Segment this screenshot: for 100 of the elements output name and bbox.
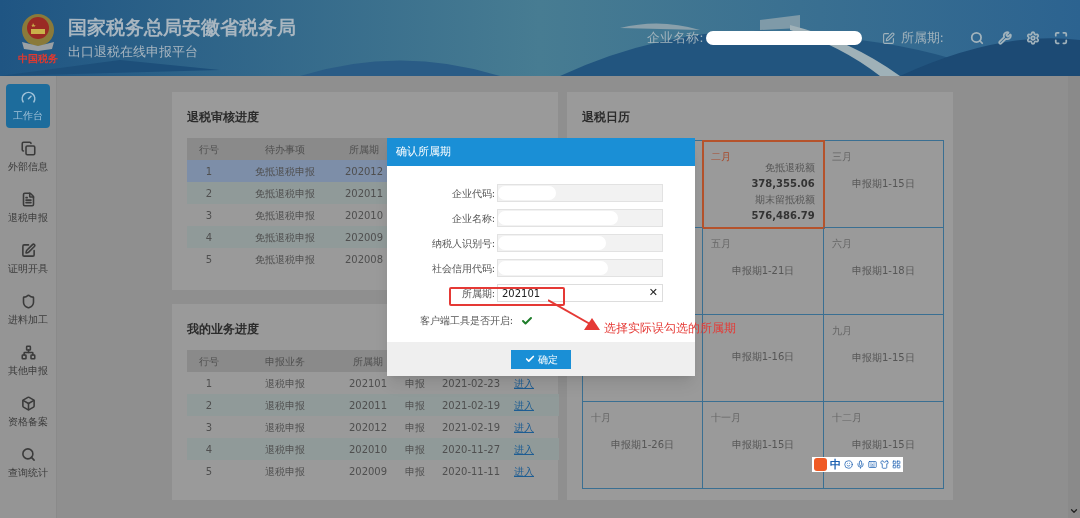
table-cell-text: 免抵退税申报 bbox=[254, 230, 316, 245]
table-cell-text: 2021-02-23 bbox=[440, 376, 502, 391]
dashboard-icon bbox=[20, 89, 36, 105]
amount-value: 378,355.06 bbox=[751, 177, 815, 191]
table-cell-text: 202009 bbox=[347, 464, 389, 479]
field-label: 社会信用代码: bbox=[430, 261, 496, 276]
enter-link[interactable]: 进入 bbox=[509, 397, 539, 413]
sidebar-item[interactable]: 查询统计 bbox=[6, 441, 50, 485]
table-cell-text: 3 bbox=[204, 420, 214, 435]
table-cell-text: 202012 bbox=[347, 420, 389, 435]
enter-link[interactable]: 进入 bbox=[509, 375, 539, 391]
table-row[interactable]: 5 退税申报 202009 申报 2020-11-11 进入 bbox=[187, 460, 559, 482]
input-field[interactable] bbox=[497, 234, 663, 252]
table-cell-text: 退税申报 bbox=[264, 398, 306, 413]
logo-text: 中国税务 bbox=[18, 54, 58, 64]
table-row[interactable]: 4 退税申报 202010 申报 2020-11-27 进入 bbox=[187, 438, 559, 460]
annotation-arrow bbox=[548, 298, 600, 332]
site-subtitle: 出口退税在线申报平台 bbox=[68, 43, 199, 60]
month-label: 二月 bbox=[711, 150, 733, 164]
table-row[interactable]: 3 退税申报 202012 申报 2021-02-19 进入 bbox=[187, 416, 559, 438]
sidebar-item[interactable]: 资格备案 bbox=[6, 390, 50, 434]
table-cell-text: 202010 bbox=[343, 208, 385, 223]
period-field[interactable]: 202101 ✕ bbox=[497, 284, 663, 302]
shield-icon bbox=[20, 293, 36, 309]
field-label: 纳税人识别号: bbox=[430, 236, 496, 251]
sidebar-item[interactable]: 退税申报 bbox=[6, 186, 50, 230]
clear-icon[interactable]: ✕ bbox=[648, 284, 658, 302]
table-cell-text: 1 bbox=[204, 376, 214, 391]
table-cell-text: 申报 bbox=[404, 420, 426, 435]
fullscreen-icon[interactable] bbox=[1054, 31, 1068, 45]
table-cell-text: 免抵退税申报 bbox=[254, 164, 316, 179]
table-cell-text: 3 bbox=[204, 208, 214, 223]
table-cell-text: 2 bbox=[204, 398, 214, 413]
scroll-down-icon[interactable] bbox=[1069, 506, 1079, 516]
table-cell-text: 202009 bbox=[343, 230, 385, 245]
table-cell-text: 202011 bbox=[343, 186, 385, 201]
amount-value: 576,486.79 bbox=[751, 209, 815, 223]
redaction-mark bbox=[498, 186, 556, 200]
skin-icon[interactable] bbox=[880, 460, 889, 469]
period-label: 所属期: bbox=[900, 29, 944, 48]
company-label: 企业名称: bbox=[647, 29, 704, 48]
field-label: 企业代码: bbox=[450, 186, 496, 201]
table-cell-text: 202011 bbox=[347, 398, 389, 413]
table-cell-text: 退税申报 bbox=[264, 420, 306, 435]
microphone-icon[interactable] bbox=[856, 460, 865, 469]
table-row[interactable]: 2 退税申报 202011 申报 2021-02-19 进入 bbox=[187, 394, 559, 416]
table-cell-text: 5 bbox=[204, 252, 214, 267]
table-cell-text: 5 bbox=[204, 464, 214, 479]
sidebar-item[interactable]: 证明开具 bbox=[6, 237, 50, 281]
table-cell-text: 申报 bbox=[404, 376, 426, 391]
search-icon bbox=[20, 446, 36, 462]
input-field[interactable] bbox=[497, 184, 663, 202]
settings-icon[interactable] bbox=[1026, 31, 1040, 45]
table-row[interactable]: 1 退税申报 202101 申报 2021-02-23 进入 bbox=[187, 372, 559, 394]
amount-label: 免抵退税额 bbox=[764, 161, 815, 175]
table-cell-text: 退税申报 bbox=[264, 464, 306, 479]
table-cell-text: 2021-02-19 bbox=[440, 420, 502, 435]
sidebar-item[interactable]: 工作台 bbox=[6, 84, 50, 128]
wrench-icon[interactable] bbox=[998, 31, 1012, 45]
enter-link[interactable]: 进入 bbox=[509, 419, 539, 435]
table-cell-text: 2020-11-11 bbox=[440, 464, 502, 479]
confirm-button[interactable]: 确定 bbox=[511, 349, 571, 369]
table-cell-text: 退税申报 bbox=[264, 442, 306, 457]
sidebar-item[interactable]: 其他申报 bbox=[6, 339, 50, 383]
enter-link[interactable]: 进入 bbox=[509, 463, 539, 479]
search-icon[interactable] bbox=[970, 31, 984, 45]
table-cell-text: 申报 bbox=[404, 442, 426, 457]
table-cell-text: 4 bbox=[204, 442, 214, 457]
table-cell-text: 免抵退税申报 bbox=[254, 186, 316, 201]
field-label: 所属期: bbox=[460, 286, 496, 301]
toolbox-icon[interactable] bbox=[892, 460, 901, 469]
input-mode[interactable]: 中 bbox=[830, 459, 841, 470]
windows-icon bbox=[20, 140, 36, 156]
field-label: 企业名称: bbox=[450, 211, 496, 226]
enter-link[interactable]: 进入 bbox=[509, 441, 539, 457]
panel-title: 退税审核进度 bbox=[187, 109, 259, 126]
edit-icon bbox=[20, 242, 36, 258]
field-label: 客户端工具是否开启: bbox=[418, 314, 513, 328]
sogou-logo-icon bbox=[814, 458, 827, 471]
keyboard-icon[interactable] bbox=[868, 460, 877, 469]
table-cell-text: 202008 bbox=[343, 252, 385, 267]
table-cell-text: 免抵退税申报 bbox=[254, 252, 316, 267]
sidebar-item[interactable]: 进料加工 bbox=[6, 288, 50, 332]
emoji-icon[interactable] bbox=[844, 460, 853, 469]
sitemap-icon bbox=[20, 344, 36, 360]
panel-title: 退税日历 bbox=[582, 109, 631, 126]
panel-title: 我的业务进度 bbox=[187, 321, 259, 338]
input-field[interactable] bbox=[497, 209, 663, 227]
edit-icon[interactable] bbox=[881, 31, 895, 45]
table-cell-text: 4 bbox=[204, 230, 214, 245]
table-cell-text: 退税申报 bbox=[264, 376, 306, 391]
cube-icon bbox=[20, 395, 36, 411]
check-icon bbox=[524, 354, 535, 364]
table-cell-text: 2 bbox=[204, 186, 214, 201]
table-cell-text: 2021-02-19 bbox=[440, 398, 502, 413]
table-cell-text: 202010 bbox=[347, 442, 389, 457]
sidebar-item[interactable]: 外部信息 bbox=[6, 135, 50, 179]
site-title: 国家税务总局安徽省税务局 bbox=[68, 16, 296, 40]
input-field[interactable] bbox=[497, 259, 663, 277]
amount-label: 期末留抵税额 bbox=[754, 193, 815, 207]
